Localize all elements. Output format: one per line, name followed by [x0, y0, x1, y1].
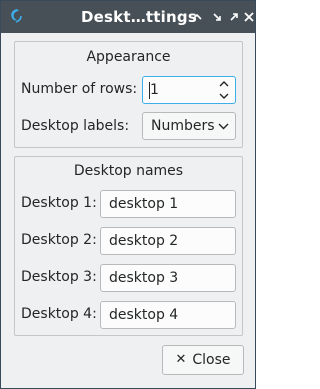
desktop-3-field[interactable]: desktop 3	[100, 264, 236, 292]
spin-arrows-icon[interactable]	[218, 79, 230, 101]
desktop-labels-combo[interactable]: Numbers	[142, 112, 236, 140]
desktop-labels-value: Numbers	[151, 118, 215, 134]
desktop-3-label: Desktop 3:	[21, 269, 97, 285]
close-icon[interactable]	[241, 9, 257, 25]
titlebar[interactable]: Deskt…ttings	[1, 1, 255, 33]
desktop-1-field[interactable]: desktop 1	[100, 190, 236, 218]
settings-window: Deskt…ttings Appearance Number of rows: …	[0, 0, 256, 389]
close-button[interactable]: ✕ Close	[162, 345, 244, 375]
appearance-title: Appearance	[86, 49, 171, 65]
maximize-icon[interactable]	[226, 9, 242, 25]
desktop-3-value: desktop 3	[109, 270, 179, 286]
rows-value: 1	[150, 82, 159, 98]
desktop-4-value: desktop 4	[109, 307, 179, 323]
close-x-icon: ✕	[175, 352, 187, 367]
rows-label: Number of rows:	[21, 81, 138, 97]
desktop-4-field[interactable]: desktop 4	[100, 301, 236, 329]
labels-label: Desktop labels:	[21, 118, 130, 134]
desktop-names-title: Desktop names	[73, 163, 184, 179]
minimize-icon[interactable]	[209, 9, 225, 25]
desktop-2-field[interactable]: desktop 2	[100, 227, 236, 255]
rows-spinbox[interactable]: 1	[142, 76, 236, 104]
keep-above-icon[interactable]	[189, 9, 205, 25]
desktop-2-value: desktop 2	[109, 233, 179, 249]
desktop-4-label: Desktop 4:	[21, 306, 97, 322]
desktop-1-value: desktop 1	[109, 196, 179, 212]
close-button-label: Close	[192, 352, 231, 368]
desktop-1-label: Desktop 1:	[21, 195, 97, 211]
desktop-2-label: Desktop 2:	[21, 232, 97, 248]
chevron-down-icon	[218, 123, 229, 130]
